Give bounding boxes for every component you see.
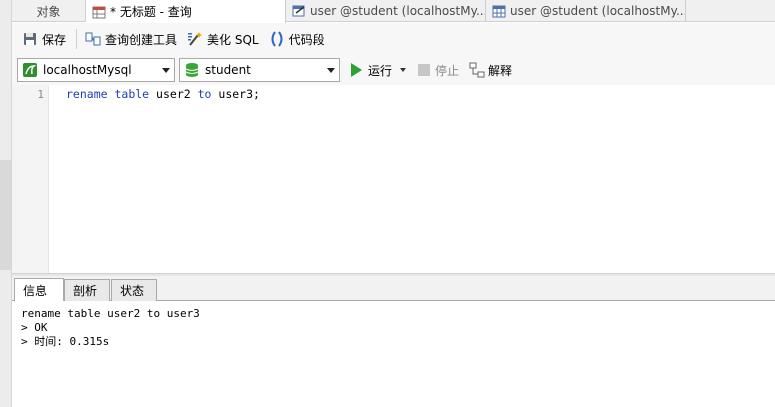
mysql-connection-icon: [23, 63, 37, 77]
database-icon: [185, 63, 199, 77]
output-line: rename table user2 to user3: [21, 307, 200, 320]
message-output: rename table user2 to user3 > OK > 时间: 0…: [12, 301, 775, 407]
explain-label: 解释: [488, 63, 513, 78]
play-icon: [351, 63, 362, 77]
stop-button[interactable]: 停止: [415, 58, 462, 82]
query-builder-label: 查询创建工具: [105, 32, 178, 47]
sql-keyword: to: [197, 87, 212, 101]
code-snippet-label: 代码段: [288, 32, 325, 47]
connection-select[interactable]: localhostMysql: [17, 58, 175, 82]
run-button[interactable]: 运行: [348, 58, 409, 82]
save-button[interactable]: 保存: [18, 27, 70, 51]
output-line: > 时间: 0.315s: [21, 335, 110, 348]
sql-keyword: table: [114, 87, 150, 101]
table-edit-icon: [292, 5, 305, 17]
line-number-gutter: 1: [12, 85, 49, 273]
tab-user-table-data[interactable]: user @student (localhostMy...: [486, 0, 686, 22]
beautify-sql-button[interactable]: 美化 SQL: [183, 27, 263, 51]
tab-label: 对象: [36, 4, 61, 19]
floppy-disk-icon: [24, 33, 36, 45]
chevron-down-icon: [327, 67, 335, 73]
tab-label: * 无标题 - 查询: [110, 5, 192, 19]
tab-profile[interactable]: 剖析: [64, 279, 110, 301]
database-select[interactable]: student: [179, 58, 340, 82]
tab-label: 剖析: [73, 284, 98, 298]
sql-code-line[interactable]: rename table user2 to user3;: [66, 87, 260, 101]
connection-toolbar: localhostMysql student 运行 停止 解释: [12, 55, 775, 85]
tab-info[interactable]: 信息: [14, 278, 64, 301]
connection-value: localhostMysql: [43, 63, 132, 77]
run-label: 运行: [368, 63, 393, 78]
sql-editor[interactable]: 1 rename table user2 to user3;: [12, 85, 775, 273]
query-toolbar: 保存 查询创建工具 美化 SQL 代码段: [12, 23, 775, 55]
tab-bar: 对象 * 无标题 - 查询 user @student (localhostMy…: [12, 0, 775, 23]
left-panel-scrollbar[interactable]: [0, 0, 12, 407]
result-tab-bar: 信息 剖析 状态: [12, 276, 775, 301]
stop-icon: [418, 64, 431, 76]
parentheses-icon: [271, 31, 283, 47]
tab-user-table-design[interactable]: user @student (localhostMy...: [286, 0, 486, 22]
sql-identifier: user3;: [218, 87, 260, 101]
sql-keyword: rename: [66, 87, 108, 101]
magic-wand-icon: [188, 32, 203, 46]
stop-label: 停止: [435, 63, 460, 78]
beautify-sql-label: 美化 SQL: [207, 32, 259, 47]
tab-label: 信息: [23, 283, 48, 298]
tab-label: user @student (localhostMy...: [310, 4, 486, 18]
explain-button[interactable]: 解释: [466, 58, 515, 82]
explain-icon: [469, 62, 485, 78]
tab-label: user @student (localhostMy...: [510, 4, 686, 18]
database-value: student: [205, 63, 251, 77]
save-label: 保存: [42, 32, 67, 47]
query-table-icon: [92, 6, 106, 18]
output-line: > OK: [21, 321, 48, 334]
toolbar-divider: [76, 29, 78, 49]
tab-objects[interactable]: 对象: [12, 0, 86, 22]
scrollbar-thumb[interactable]: [0, 160, 11, 270]
sql-identifier: user2: [156, 87, 191, 101]
tab-untitled-query[interactable]: * 无标题 - 查询: [86, 0, 286, 23]
table-grid-icon: [492, 5, 506, 18]
line-number: 1: [37, 88, 44, 101]
run-dropdown-icon[interactable]: [400, 68, 407, 72]
code-snippet-button[interactable]: 代码段: [265, 27, 329, 51]
query-builder-button[interactable]: 查询创建工具: [81, 27, 181, 51]
tab-label: 状态: [120, 284, 145, 298]
tab-status[interactable]: 状态: [111, 279, 157, 301]
query-builder-icon: [85, 32, 101, 46]
chevron-down-icon: [162, 67, 170, 73]
